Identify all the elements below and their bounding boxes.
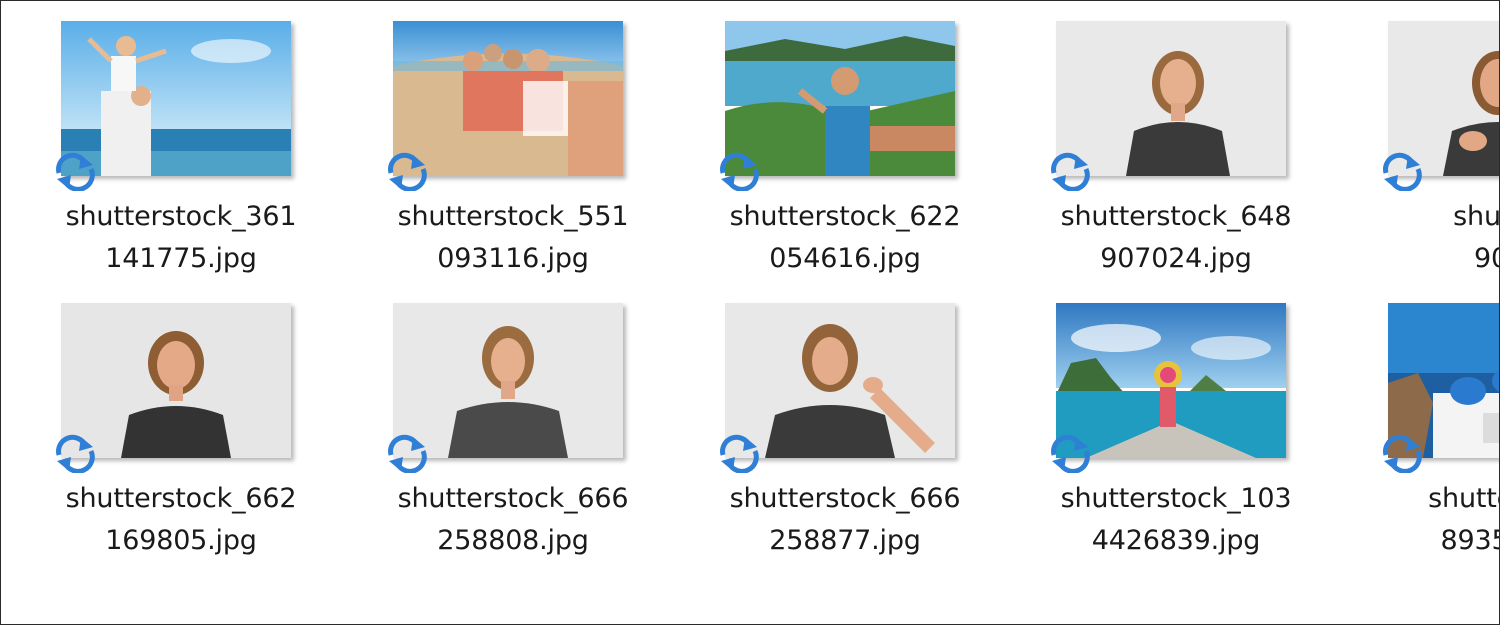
sync-pending-icon <box>1046 433 1094 473</box>
file-item[interactable]: shutterstock_666 258808.jpg <box>363 283 663 556</box>
file-name-line2: 9089 <box>1474 243 1499 274</box>
file-name: shutters 9089 <box>1328 196 1500 280</box>
file-name-line2: 141775.jpg <box>105 243 257 274</box>
file-name-line2: 169805.jpg <box>105 525 257 556</box>
sync-pending-icon <box>1378 151 1426 191</box>
file-name-line2: 258808.jpg <box>437 525 589 556</box>
file-item[interactable]: shutters 89359 <box>1358 283 1499 556</box>
file-name-line1: shutterstock_361 <box>65 201 297 232</box>
file-name-line1: shutterstock_551 <box>397 201 629 232</box>
sync-pending-icon <box>715 433 763 473</box>
file-name-line2: 258877.jpg <box>769 525 921 556</box>
file-name: shutterstock_103 4426839.jpg <box>996 478 1356 562</box>
file-name-line1: shutterstock_622 <box>729 201 961 232</box>
file-name: shutterstock_622 054616.jpg <box>665 196 1025 280</box>
file-name: shutterstock_666 258808.jpg <box>333 478 693 562</box>
file-name: shutterstock_662 169805.jpg <box>1 478 361 562</box>
file-name-line1: shutters <box>1453 201 1500 232</box>
file-name-line1: shutterstock_103 <box>1060 483 1292 514</box>
file-item[interactable]: shutterstock_662 169805.jpg <box>31 283 331 556</box>
sync-pending-icon <box>715 151 763 191</box>
file-name-line2: 89359 <box>1440 525 1499 556</box>
file-name-line1: shutters <box>1428 483 1499 514</box>
file-item[interactable]: shutterstock_361 141775.jpg <box>31 1 331 274</box>
sync-pending-icon <box>1378 433 1426 473</box>
file-name-line1: shutterstock_666 <box>729 483 961 514</box>
sync-pending-icon <box>1046 151 1094 191</box>
file-item[interactable]: shutterstock_551 093116.jpg <box>363 1 663 274</box>
file-item[interactable]: shutters 9089 <box>1358 1 1499 274</box>
file-name: shutters 89359 <box>1303 478 1499 562</box>
file-name-line2: 907024.jpg <box>1100 243 1252 274</box>
file-name: shutterstock_648 907024.jpg <box>996 196 1356 280</box>
file-name: shutterstock_551 093116.jpg <box>333 196 693 280</box>
file-item[interactable]: shutterstock_622 054616.jpg <box>695 1 995 274</box>
file-explorer-view: shutterstock_361 141775.jpg shutterstock… <box>0 0 1500 625</box>
sync-pending-icon <box>51 151 99 191</box>
file-name-line1: shutterstock_666 <box>397 483 629 514</box>
file-item[interactable]: shutterstock_648 907024.jpg <box>1026 1 1326 274</box>
file-item[interactable]: shutterstock_666 258877.jpg <box>695 283 995 556</box>
file-name-line1: shutterstock_662 <box>65 483 297 514</box>
file-name-line2: 4426839.jpg <box>1091 525 1261 556</box>
file-item[interactable]: shutterstock_103 4426839.jpg <box>1026 283 1326 556</box>
file-name: shutterstock_361 141775.jpg <box>1 196 361 280</box>
file-name: shutterstock_666 258877.jpg <box>665 478 1025 562</box>
sync-pending-icon <box>51 433 99 473</box>
sync-pending-icon <box>383 151 431 191</box>
sync-pending-icon <box>383 433 431 473</box>
file-name-line1: shutterstock_648 <box>1060 201 1292 232</box>
file-name-line2: 093116.jpg <box>437 243 589 274</box>
file-name-line2: 054616.jpg <box>769 243 921 274</box>
